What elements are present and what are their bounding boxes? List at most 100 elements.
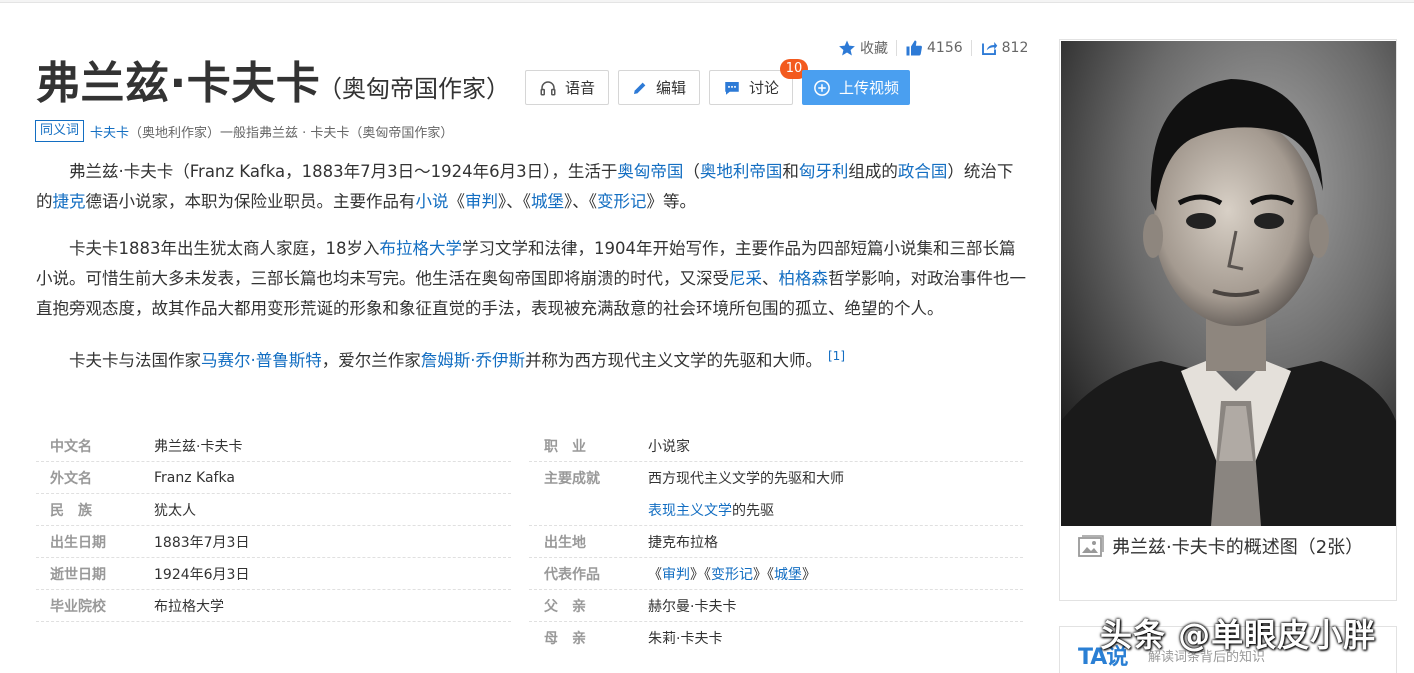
image-caption[interactable]: 弗兰兹·卡夫卡的概述图（2张） (1078, 534, 1378, 562)
caption-text: 弗兰兹·卡夫卡的概述图（2张） (1112, 537, 1364, 558)
voice-button[interactable]: 语音 (525, 70, 610, 105)
paragraph-text: 弗兰兹·卡夫卡（Franz Kafka，1883年7月3日～1924年6月3日）… (69, 162, 618, 181)
upload-video-button[interactable]: 上传视频 (802, 70, 911, 105)
paragraph-2: 卡夫卡1883年出生犹太商人家庭，18岁入布拉格大学学习文学和法律，1904年开… (36, 234, 1026, 324)
info-row: 表现主义文学的先驱 (529, 494, 1023, 526)
expressionism-link[interactable]: 表现主义文学 (648, 503, 732, 519)
synonym-text: （奥地利作家）一般指弗兰兹 · 卡夫卡（奥匈帝国作家） (129, 125, 454, 141)
paragraph-text: 卡夫卡1883年出生犹太商人家庭，18岁入 (69, 239, 380, 258)
info-right-column: 职 业 小说家 主要成就 西方现代主义文学的先驱和大师 表现主义文学的先驱 出生地 捷… (529, 430, 1023, 654)
info-row: 父 亲 赫尔曼·卡夫卡 (529, 590, 1023, 622)
divider (970, 40, 972, 56)
synonym-tag[interactable]: 同义词 (35, 120, 85, 142)
paragraph-3: 卡夫卡与法国作家马赛尔·普鲁斯特，爱尔兰作家詹姆斯·乔伊斯并称为西方现代主义文学… (36, 341, 1026, 376)
chat-icon (725, 81, 739, 95)
inline-link[interactable]: 审判 (465, 192, 498, 211)
gallery-icon (1078, 535, 1104, 557)
portrait-illustration (1061, 41, 1396, 526)
info-row: 毕业院校 布拉格大学 (36, 590, 511, 622)
info-key: 母 亲 (544, 631, 586, 647)
toolbar: 语音 编辑 讨论 10 上传视频 (525, 59, 911, 105)
inline-link[interactable]: 尼采 (729, 269, 762, 288)
share-button[interactable]: 812 (980, 39, 1029, 57)
paragraph-text: 和 (782, 162, 799, 181)
reference-link[interactable]: [1] (828, 349, 845, 363)
info-value: 朱莉·卡夫卡 (648, 631, 723, 647)
info-value: 1924年6月3日 (154, 566, 250, 583)
like-button[interactable]: 4156 (905, 39, 963, 57)
share-count: 812 (1001, 40, 1029, 56)
info-value: 《审判》《变形记》《城堡》 (648, 566, 816, 583)
inline-link[interactable]: 詹姆斯·乔伊斯 (421, 351, 525, 370)
synonym-bar: 同义词 卡夫卡 （奥地利作家）一般指弗兰兹 · 卡夫卡（奥匈帝国作家） (35, 120, 453, 142)
info-value: Franz Kafka (154, 469, 235, 486)
inline-link[interactable]: 变形记 (597, 192, 647, 211)
paragraph-text: 并称为西方现代主义文学的先驱和大师。 (525, 351, 822, 370)
info-key: 出生地 (544, 534, 586, 551)
thumbs-up-icon (906, 40, 922, 56)
work-link-trial[interactable]: 审判 (662, 567, 690, 583)
inline-link[interactable]: 柏格森 (779, 269, 829, 288)
paragraph-text: 、 (762, 269, 779, 288)
paragraph-text: （ (683, 162, 700, 181)
inline-link[interactable]: 奥地利帝国 (700, 162, 783, 181)
inline-link[interactable]: 城堡 (531, 192, 564, 211)
discuss-button[interactable]: 讨论 10 (709, 59, 809, 105)
paragraph-text: 》、《 (498, 192, 531, 211)
edit-label: 编辑 (656, 79, 687, 97)
plus-circle-icon (814, 79, 830, 96)
inline-link[interactable]: 匈牙利 (799, 162, 849, 181)
voice-label: 语音 (565, 79, 596, 97)
info-key: 主要成就 (544, 471, 600, 487)
edit-button[interactable]: 编辑 (618, 70, 701, 105)
paragraph-text: 组成的 (848, 162, 898, 181)
headphones-icon (540, 80, 556, 95)
info-key: 民 族 (50, 502, 92, 519)
info-value: 小说家 (648, 438, 690, 455)
synonym-link[interactable]: 卡夫卡 (90, 122, 129, 141)
paragraph-1: 弗兰兹·卡夫卡（Franz Kafka，1883年7月3日～1924年6月3日）… (36, 157, 1026, 217)
info-row: 职 业 小说家 (529, 430, 1023, 462)
favorite-label: 收藏 (860, 41, 888, 57)
info-row: 主要成就 西方现代主义文学的先驱和大师 (529, 462, 1023, 494)
info-row: 外文名 Franz Kafka (36, 462, 511, 494)
inline-link[interactable]: 捷克 (53, 192, 86, 211)
info-row: 出生地 捷克布拉格 (529, 526, 1023, 558)
inline-link[interactable]: 政合国 (898, 162, 948, 181)
info-row: 母 亲 朱莉·卡夫卡 (529, 622, 1023, 654)
info-value: 赫尔曼·卡夫卡 (648, 598, 737, 615)
divider (896, 40, 897, 56)
paragraph-text: 》等。 (646, 192, 697, 211)
like-count: 4156 (927, 40, 963, 56)
stats-bar: 收藏 4156 812 (838, 36, 1028, 60)
info-key: 职 业 (544, 438, 586, 455)
info-key: 代表作品 (544, 566, 600, 583)
summary-image-card[interactable]: 弗兰兹·卡夫卡的概述图（2张） (1059, 39, 1397, 601)
info-left-column: 中文名 弗兰兹·卡夫卡 外文名 Franz Kafka 民 族 犹太人 出生日期 188… (36, 430, 511, 622)
paragraph-text: 卡夫卡与法国作家 (69, 351, 201, 370)
info-row: 中文名 弗兰兹·卡夫卡 (36, 430, 511, 462)
info-row: 逝世日期 1924年6月3日 (36, 558, 511, 590)
paragraph-text: 《 (448, 192, 466, 211)
info-key: 父 亲 (544, 598, 586, 615)
upload-video-label: 上传视频 (839, 79, 900, 97)
inline-link[interactable]: 布拉格大学 (380, 239, 463, 258)
inline-link[interactable]: 奥匈帝国 (617, 162, 683, 181)
info-key: 中文名 (50, 438, 92, 455)
info-row: 民 族 犹太人 (36, 494, 511, 526)
favorite-button[interactable]: 收藏 (838, 38, 888, 58)
info-key: 逝世日期 (50, 566, 106, 583)
pencil-icon (634, 82, 646, 94)
portrait-photo[interactable] (1061, 41, 1396, 526)
paragraph-text: 德语小说家，本职为保险业职员。主要作品有 (85, 192, 416, 211)
star-icon (839, 40, 855, 56)
info-value: 表现主义文学的先驱 (648, 500, 774, 520)
work-link-castle[interactable]: 城堡 (774, 567, 802, 583)
work-link-metamorphosis[interactable]: 变形记 (711, 567, 753, 583)
info-row: 代表作品 《审判》《变形记》《城堡》 (529, 558, 1023, 590)
inline-link[interactable]: 小说 (416, 192, 449, 211)
inline-link[interactable]: 马赛尔·普鲁斯特 (201, 351, 322, 370)
share-icon (981, 42, 997, 55)
info-value: 西方现代主义文学的先驱和大师 (648, 471, 844, 487)
paragraph-text: ，爱尔兰作家 (321, 351, 421, 370)
